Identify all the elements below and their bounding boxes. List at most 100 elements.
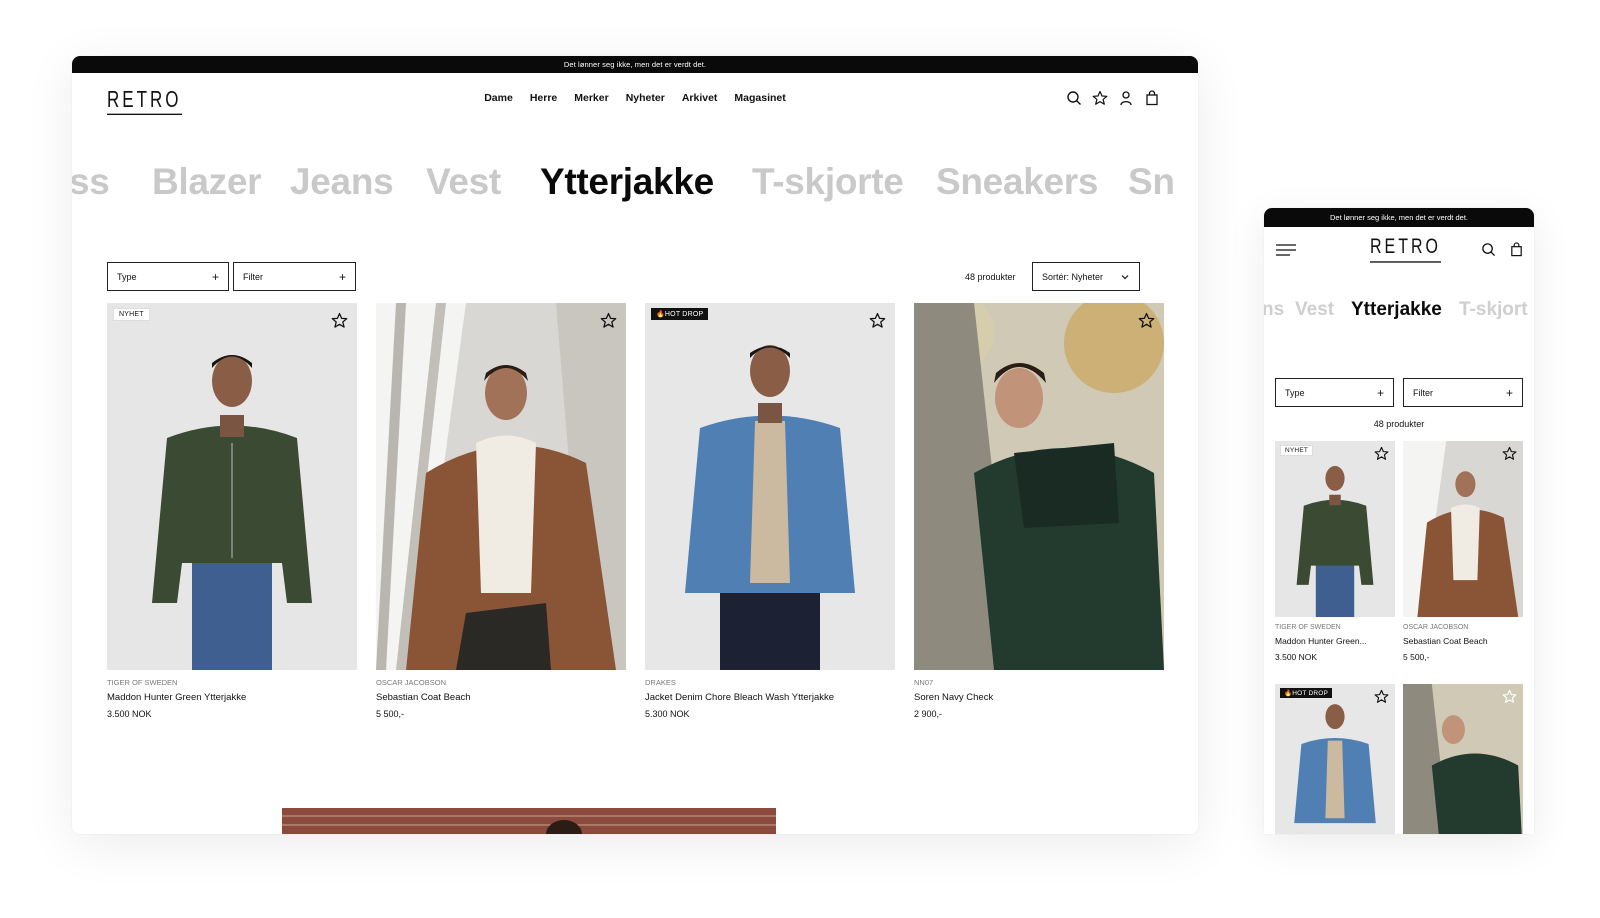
main-nav: Dame Herre Merker Nyheter Arkivet Magasi… [72, 92, 1198, 104]
header-icons [1481, 242, 1524, 257]
filter-bar: Type + Filter + 48 produkter Sortér: Nyh… [107, 262, 1163, 292]
bag-icon[interactable] [1509, 242, 1524, 257]
filter-button[interactable]: Filter + [233, 262, 356, 291]
product-brand: NN07 [914, 678, 934, 687]
nav-item-herre[interactable]: Herre [530, 92, 557, 104]
header-icons [1066, 90, 1160, 106]
mobile-mockup: Det lønner seg ikke, men det er verdt de… [1264, 208, 1534, 834]
star-icon[interactable] [1092, 90, 1108, 106]
badge-new: NYHET [113, 308, 150, 321]
sort-dropdown[interactable]: Sortér: Nyheter [1032, 262, 1140, 291]
editorial-image[interactable] [282, 808, 776, 834]
product-image[interactable]: 🔥HOT DROP [1275, 684, 1395, 834]
product-price: 5.300 NOK [645, 709, 690, 719]
favorite-star-icon[interactable] [1502, 446, 1517, 461]
product-price: 3.500 NOK [107, 709, 152, 719]
product-image[interactable]: NYHET [107, 303, 357, 670]
badge-new: NYHET [1280, 445, 1314, 456]
category-word[interactable]: T-skjorte [752, 161, 904, 203]
sort-label: Sortér: Nyheter [1042, 271, 1104, 282]
nav-item-merker[interactable]: Merker [574, 92, 608, 104]
category-word[interactable]: Sn [1128, 161, 1175, 203]
category-word[interactable]: ss [72, 161, 110, 203]
site-logo[interactable]: RETRO [1370, 236, 1441, 263]
nav-item-nyheter[interactable]: Nyheter [626, 92, 665, 104]
filter-bar: Type + Filter + [1275, 378, 1523, 408]
product-price: 3.500 NOK [1275, 652, 1318, 662]
nav-item-dame[interactable]: Dame [484, 92, 513, 104]
favorite-star-icon[interactable] [1374, 446, 1389, 461]
product-brand: TIGER OF SWEDEN [1275, 624, 1341, 631]
product-name[interactable]: Sebastian Coat Beach [376, 692, 626, 703]
bag-icon[interactable] [1144, 90, 1160, 106]
type-filter-label: Type [1285, 387, 1305, 398]
favorite-star-icon[interactable] [331, 312, 348, 329]
favorite-star-icon[interactable] [1502, 689, 1517, 704]
product-image[interactable]: 🔥HOT DROP [645, 303, 895, 670]
product-card[interactable]: 🔥HOT DROP [1275, 684, 1395, 834]
product-card[interactable] [1403, 684, 1523, 834]
product-image[interactable] [1403, 441, 1523, 617]
plus-icon: + [338, 269, 346, 284]
product-card[interactable]: NN07 Soren Navy Check 2 900,- [914, 303, 1164, 719]
product-card[interactable]: 🔥HOT DROP DRAKES Jacket Denim Chore Blea… [645, 303, 895, 719]
user-icon[interactable] [1118, 90, 1134, 106]
product-count: 48 produkter [965, 272, 1016, 282]
product-grid: NYHET TIGER OF SWEDEN Maddon Hunter Gree… [107, 303, 1165, 723]
category-word[interactable]: Jeans [290, 161, 394, 203]
category-word[interactable]: T-skjort [1459, 299, 1528, 321]
category-word[interactable]: ns [1264, 299, 1284, 321]
category-word[interactable]: Vest [1295, 299, 1334, 321]
product-price: 5 500,- [1403, 652, 1430, 662]
desktop-mockup: Det lønner seg ikke, men det er verdt de… [72, 56, 1198, 834]
product-image[interactable] [914, 303, 1164, 670]
product-name[interactable]: Jacket Denim Chore Bleach Wash Ytterjakk… [645, 692, 895, 703]
product-price: 5 500,- [376, 709, 405, 719]
announcement-bar: Det lønner seg ikke, men det er verdt de… [72, 56, 1198, 73]
category-word-active[interactable]: Ytterjakke [1351, 299, 1442, 321]
product-image[interactable] [376, 303, 626, 670]
product-card[interactable]: OSCAR JACOBSON Sebastian Coat Beach 5 50… [1403, 441, 1523, 662]
product-image[interactable]: NYHET [1275, 441, 1395, 617]
filter-label: Filter [1413, 387, 1433, 398]
category-word[interactable]: Blazer [152, 161, 262, 203]
product-brand: OSCAR JACOBSON [1403, 624, 1469, 631]
plus-icon: + [211, 269, 219, 284]
category-word[interactable]: Vest [426, 161, 501, 203]
favorite-star-icon[interactable] [1138, 312, 1155, 329]
chevron-down-icon [1120, 272, 1130, 282]
site-header: RETRO Dame Herre Merker Nyheter Arkivet … [72, 73, 1198, 133]
nav-item-arkivet[interactable]: Arkivet [682, 92, 718, 104]
badge-hot-drop: 🔥HOT DROP [651, 308, 709, 320]
site-header: RETRO [1264, 227, 1534, 271]
product-price: 2 900,- [914, 709, 943, 719]
favorite-star-icon[interactable] [600, 312, 617, 329]
product-brand: TIGER OF SWEDEN [107, 678, 178, 687]
product-name[interactable]: Soren Navy Check [914, 692, 1164, 703]
badge-hot-drop: 🔥HOT DROP [1280, 688, 1333, 698]
product-name[interactable]: Sebastian Coat Beach [1403, 636, 1523, 646]
product-name[interactable]: Maddon Hunter Green Ytterjakke [107, 692, 357, 703]
product-name[interactable]: Maddon Hunter Green... [1275, 636, 1395, 646]
category-carousel: ns Vest Ytterjakke T-skjort [1264, 283, 1534, 333]
category-carousel: ss Blazer Jeans Vest Ytterjakke T-skjort… [72, 145, 1198, 223]
product-image[interactable] [1403, 684, 1523, 834]
announcement-bar: Det lønner seg ikke, men det er verdt de… [1264, 208, 1534, 227]
menu-icon[interactable] [1275, 243, 1297, 257]
type-filter-button[interactable]: Type + [1275, 378, 1394, 407]
filter-label: Filter [243, 271, 263, 282]
category-word-active[interactable]: Ytterjakke [540, 161, 714, 203]
plus-icon: + [1505, 385, 1513, 400]
category-word[interactable]: Sneakers [936, 161, 1098, 203]
favorite-star-icon[interactable] [869, 312, 886, 329]
type-filter-button[interactable]: Type + [107, 262, 229, 291]
filter-button[interactable]: Filter + [1403, 378, 1523, 407]
product-card[interactable]: NYHET TIGER OF SWEDEN Maddon Hunter Gree… [107, 303, 357, 719]
favorite-star-icon[interactable] [1374, 689, 1389, 704]
search-icon[interactable] [1481, 242, 1496, 257]
product-card[interactable]: OSCAR JACOBSON Sebastian Coat Beach 5 50… [376, 303, 626, 719]
product-card[interactable]: NYHET TIGER OF SWEDEN Maddon Hunter Gree… [1275, 441, 1395, 662]
plus-icon: + [1376, 385, 1384, 400]
search-icon[interactable] [1066, 90, 1082, 106]
nav-item-magasinet[interactable]: Magasinet [734, 92, 785, 104]
